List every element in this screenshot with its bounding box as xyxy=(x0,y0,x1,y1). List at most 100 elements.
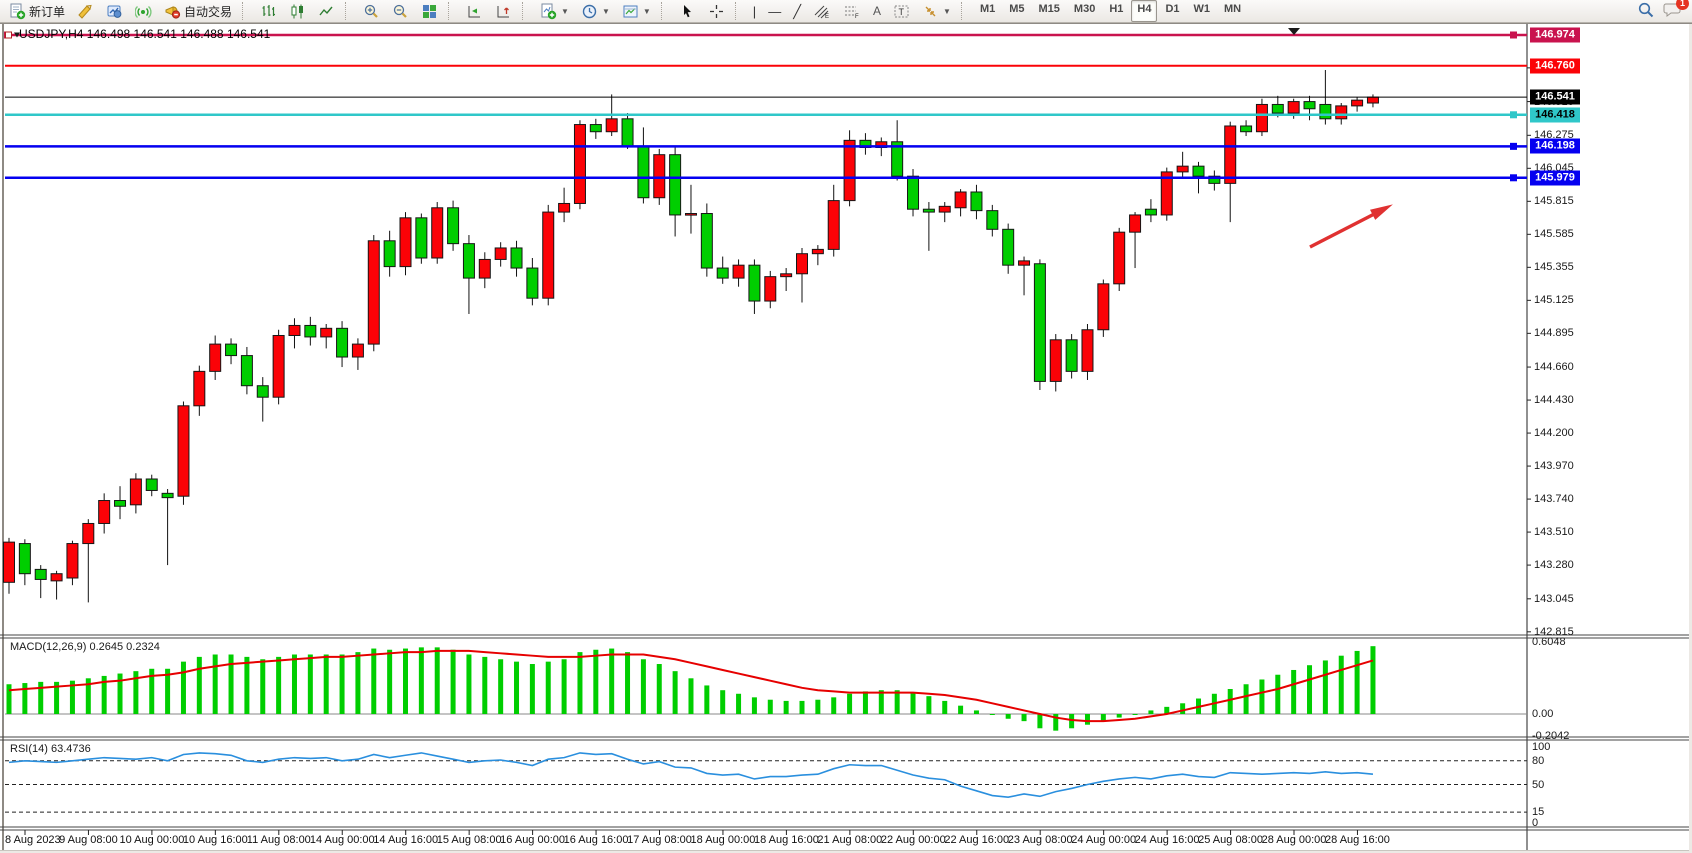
candle-body xyxy=(368,241,379,344)
macd-bar xyxy=(1228,689,1233,714)
timeframe-m1[interactable]: M1 xyxy=(974,0,1001,22)
macd-bar xyxy=(1307,665,1312,714)
new-order-icon xyxy=(9,3,26,20)
time-axis-label: 24 Aug 16:00 xyxy=(1135,834,1200,846)
horizontal-line-button[interactable]: — xyxy=(763,0,786,22)
strategy-tester-button[interactable] xyxy=(101,0,128,22)
macd-bar xyxy=(466,655,471,715)
candle-body xyxy=(955,192,966,208)
time-axis-label: 22 Aug 16:00 xyxy=(944,834,1009,846)
timeframe-m30[interactable]: M30 xyxy=(1068,0,1101,22)
macd-bar xyxy=(451,650,456,714)
candle-body xyxy=(574,125,585,204)
label-icon: T xyxy=(893,3,910,20)
macd-bar xyxy=(355,652,360,714)
candle-body xyxy=(178,406,189,496)
candle-body xyxy=(1304,102,1315,109)
notification-badge: 1 xyxy=(1676,0,1689,10)
candle-body xyxy=(495,248,506,259)
macd-bar xyxy=(958,706,963,714)
price-tick-label: 145.815 xyxy=(1534,195,1574,207)
timeframe-h1[interactable]: H1 xyxy=(1103,0,1129,22)
text-button[interactable]: A xyxy=(868,0,886,22)
candle-body xyxy=(828,201,839,250)
timeframe-w1[interactable]: W1 xyxy=(1188,0,1217,22)
zoom-out-icon xyxy=(392,3,409,20)
timeframe-m15[interactable]: M15 xyxy=(1033,0,1066,22)
channel-button[interactable]: E xyxy=(808,0,836,22)
timeframe-d1[interactable]: D1 xyxy=(1159,0,1185,22)
candle-body xyxy=(99,501,110,524)
autoscroll-button[interactable] xyxy=(461,0,488,22)
time-axis-label: 15 Aug 08:00 xyxy=(437,834,502,846)
candle-body xyxy=(51,574,62,581)
line-chart-button[interactable] xyxy=(313,0,340,22)
vertical-line-icon: | xyxy=(753,5,756,18)
candle-body xyxy=(194,371,205,405)
time-axis-label: 23 Aug 08:00 xyxy=(1008,834,1073,846)
time-axis-label: 24 Aug 00:00 xyxy=(1071,834,1136,846)
candle-body xyxy=(1193,166,1204,176)
macd-bar xyxy=(1370,646,1375,714)
candle-body xyxy=(781,274,792,277)
new-order-button[interactable]: 新订单 xyxy=(4,0,70,22)
templates-button[interactable]: ▼ xyxy=(617,0,656,22)
chart-canvas[interactable] xyxy=(0,24,1692,853)
label-button[interactable]: T xyxy=(888,0,915,22)
bar-chart-button[interactable] xyxy=(255,0,282,22)
candle-body xyxy=(749,265,760,301)
crosshair-button[interactable] xyxy=(703,0,730,22)
candle-body xyxy=(321,328,332,337)
macd-bar xyxy=(276,657,281,714)
macd-bar xyxy=(800,701,805,714)
candle-body xyxy=(1320,104,1331,118)
time-axis-label: 9 Aug 08:00 xyxy=(59,834,118,846)
macd-bar xyxy=(577,652,582,714)
fibonacci-button[interactable]: F xyxy=(838,0,866,22)
time-axis-label: 25 Aug 08:00 xyxy=(1198,834,1263,846)
search-icon[interactable] xyxy=(1637,1,1655,22)
zoom-in-button[interactable] xyxy=(358,0,385,22)
tile-windows-button[interactable] xyxy=(416,0,443,22)
chart-window[interactable]: USDJPY,H4 146.498 146.541 146.488 146.54… xyxy=(0,23,1692,853)
market-watch-button[interactable] xyxy=(72,0,99,22)
candle-body xyxy=(654,155,665,198)
arrows-button[interactable]: ▼ xyxy=(917,0,956,22)
periods-button[interactable]: ▼ xyxy=(576,0,615,22)
time-axis-label: 14 Aug 00:00 xyxy=(310,834,375,846)
zoom-out-button[interactable] xyxy=(387,0,414,22)
timeframe-mn[interactable]: MN xyxy=(1218,0,1247,22)
macd-bar xyxy=(1244,684,1249,714)
toolbar-separator xyxy=(448,2,456,20)
time-axis-label: 14 Aug 16:00 xyxy=(373,834,438,846)
dropdown-caret: ▼ xyxy=(943,7,951,16)
autotrade-button[interactable]: 自动交易 xyxy=(159,0,237,22)
channel-icon: E xyxy=(813,3,831,20)
price-tick-label: 144.200 xyxy=(1534,427,1574,439)
macd-bar xyxy=(244,657,249,714)
chart-shift-button[interactable] xyxy=(490,0,517,22)
vertical-line-button[interactable]: | xyxy=(748,0,761,22)
candle-body xyxy=(543,212,554,298)
signals-button[interactable] xyxy=(130,0,157,22)
time-axis-label: 28 Aug 00:00 xyxy=(1262,834,1327,846)
timeframe-h4[interactable]: H4 xyxy=(1131,0,1157,22)
trendline-button[interactable]: ╱ xyxy=(788,0,806,22)
macd-bar xyxy=(609,649,614,714)
candle-body xyxy=(844,140,855,200)
candlestick-button[interactable] xyxy=(284,0,311,22)
cursor-button[interactable] xyxy=(674,0,701,22)
notifications-button[interactable]: 1 xyxy=(1663,1,1682,21)
time-axis-label: 10 Aug 16:00 xyxy=(183,834,248,846)
indicators-button[interactable]: ▼ xyxy=(535,0,574,22)
candle-body xyxy=(908,176,919,209)
time-axis-label: 8 Aug 2023 xyxy=(5,834,61,846)
price-line-badge: 146.974 xyxy=(1530,28,1580,43)
macd-bar xyxy=(1180,703,1185,714)
timeframe-m5[interactable]: M5 xyxy=(1003,0,1030,22)
macd-bar xyxy=(752,697,757,714)
current-price-badge: 146.541 xyxy=(1530,90,1580,105)
candle-body xyxy=(987,211,998,230)
chart-shift-icon xyxy=(495,3,512,20)
toolbar-group-chart-type xyxy=(255,0,340,22)
